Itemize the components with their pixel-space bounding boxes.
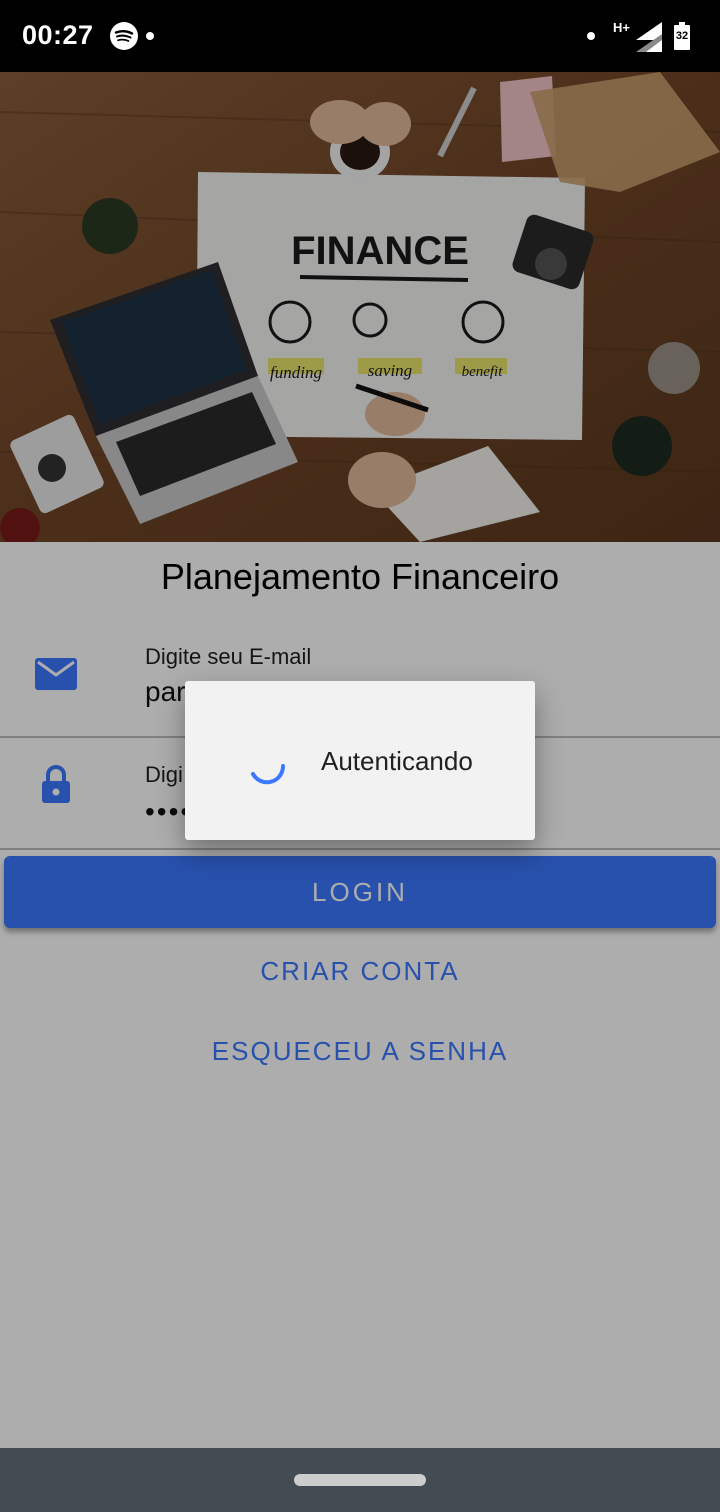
- battery-level: 32: [675, 30, 689, 42]
- spotify-icon: [110, 22, 138, 50]
- loading-dialog: Autenticando: [185, 681, 535, 840]
- loading-spinner-icon: [251, 764, 286, 785]
- home-gesture-handle[interactable]: [294, 1474, 426, 1486]
- dialog-message: Autenticando: [321, 746, 473, 776]
- notification-dot-icon: [587, 32, 595, 40]
- signal-icon-secondary: [636, 34, 662, 52]
- network-type: H+: [613, 20, 630, 35]
- navigation-bar: [0, 1448, 720, 1512]
- notification-dot-icon: [146, 32, 154, 40]
- status-time: 00:27: [22, 20, 94, 50]
- status-bar: 00:27 H+ 32: [0, 0, 720, 72]
